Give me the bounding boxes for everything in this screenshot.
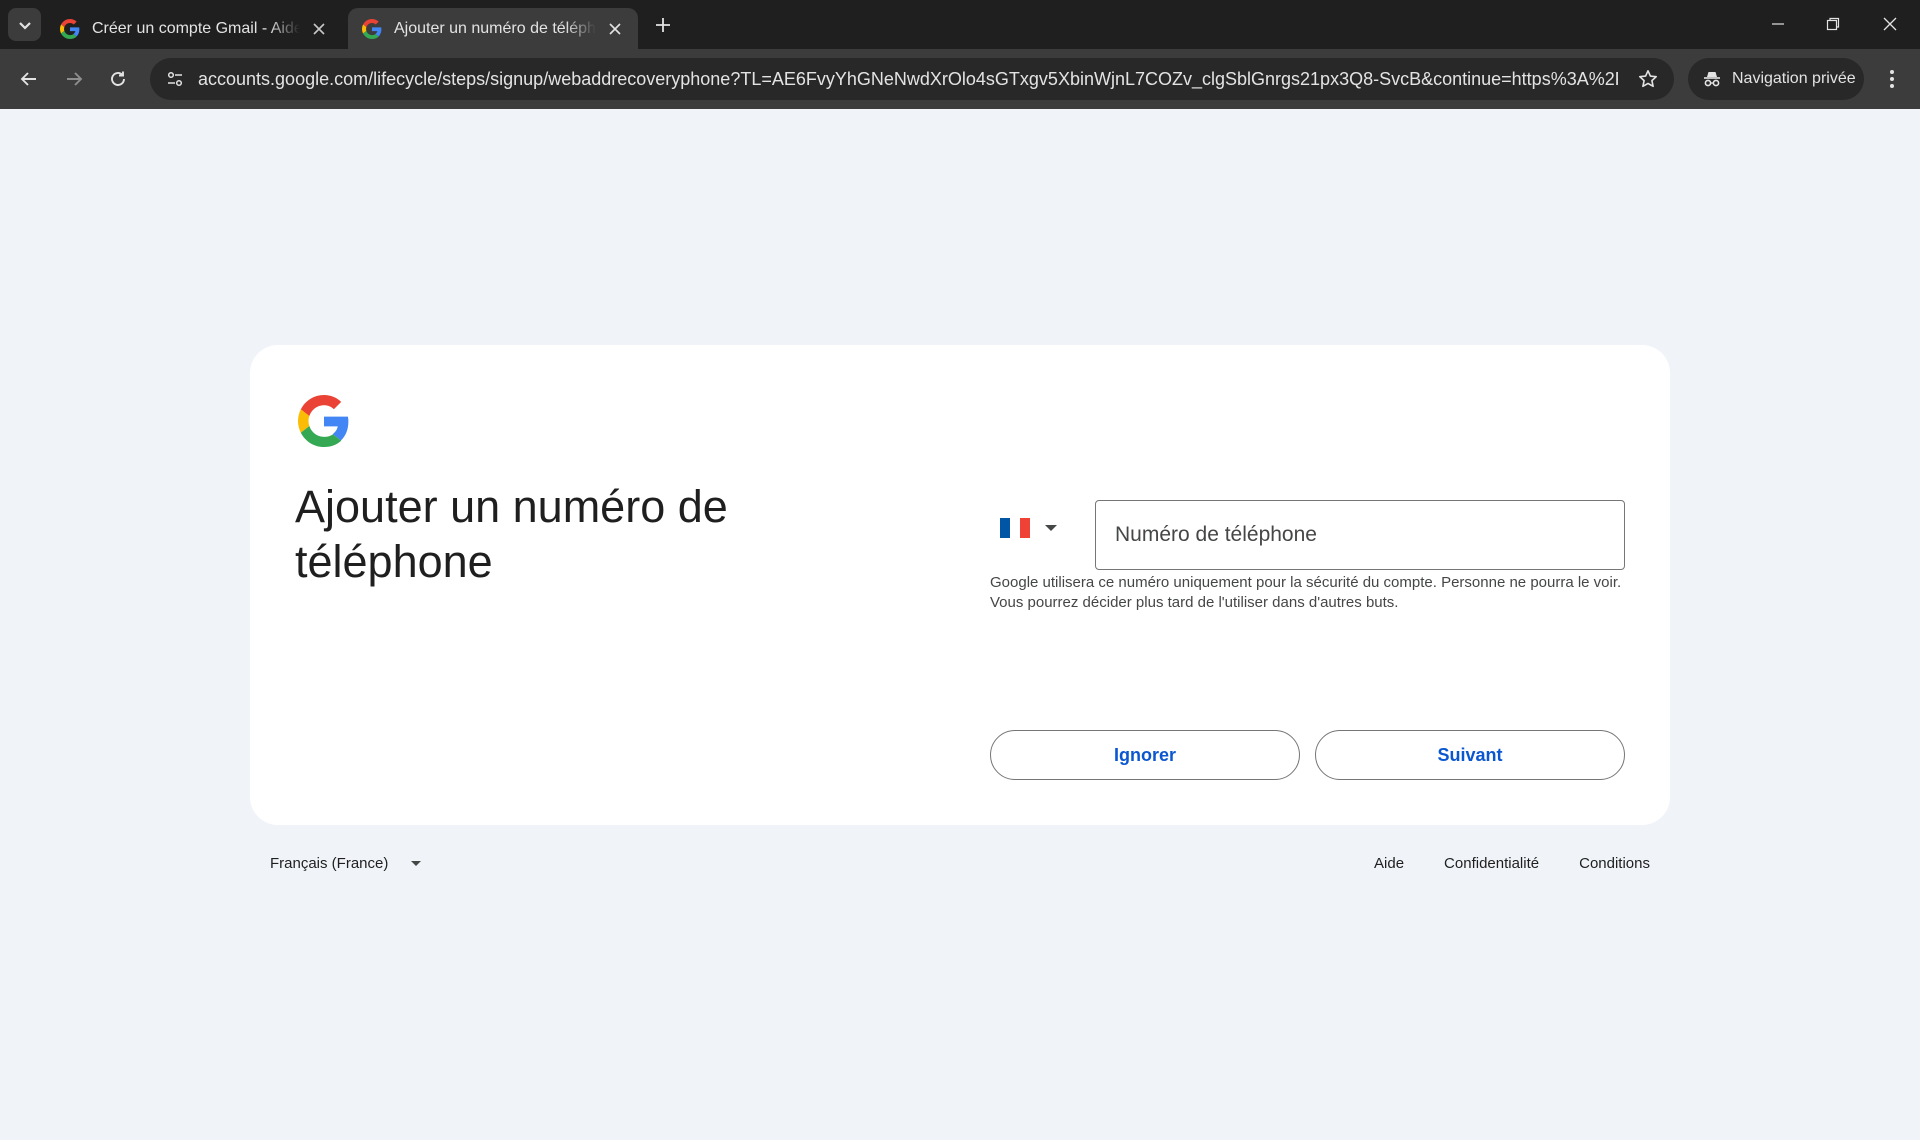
incognito-label: Navigation privée xyxy=(1732,70,1856,87)
google-logo-icon xyxy=(298,395,349,447)
new-tab-button[interactable] xyxy=(650,12,676,38)
flag-stripe-blue xyxy=(1000,518,1010,538)
tab-title: Créer un compte Gmail - Aide Gmail xyxy=(92,19,300,37)
close-icon xyxy=(313,22,325,35)
back-button[interactable] xyxy=(12,62,46,96)
tab-close-button[interactable] xyxy=(308,18,330,40)
browser-menu-button[interactable] xyxy=(1878,64,1906,94)
phone-usage-hint: Google utilisera ce numéro uniquement po… xyxy=(990,574,1622,611)
plus-icon xyxy=(656,18,670,32)
reload-icon xyxy=(111,71,125,86)
close-window-button[interactable] xyxy=(1870,6,1910,42)
tab-search-button[interactable] xyxy=(8,8,41,41)
site-info-button[interactable] xyxy=(160,64,190,94)
close-icon xyxy=(1883,17,1897,31)
bookmark-button[interactable] xyxy=(1636,67,1660,91)
minimize-button[interactable] xyxy=(1758,6,1798,42)
page-title: Ajouter un numéro de téléphone xyxy=(295,481,728,587)
google-favicon-icon xyxy=(60,18,80,39)
tab-bar: Créer un compte Gmail - Aide Gmail Ajout… xyxy=(0,0,1920,49)
forward-button[interactable] xyxy=(57,62,91,96)
incognito-indicator[interactable]: Navigation privée xyxy=(1688,58,1864,100)
tab-add-phone[interactable]: Ajouter un numéro de téléphone xyxy=(348,8,638,49)
tune-icon xyxy=(167,71,183,87)
language-label: Français (France) xyxy=(270,854,389,872)
phone-number-input[interactable] xyxy=(1096,501,1624,569)
minimize-icon xyxy=(1772,23,1784,25)
address-bar[interactable]: accounts.google.com/lifecycle/steps/sign… xyxy=(150,58,1674,100)
star-icon xyxy=(1639,70,1657,88)
help-link[interactable]: Aide xyxy=(1374,855,1404,872)
incognito-icon xyxy=(1704,72,1720,87)
next-button[interactable]: Suivant xyxy=(1315,730,1625,780)
arrow-right-icon xyxy=(67,72,83,86)
language-selector[interactable]: Français (France) xyxy=(270,852,422,874)
google-favicon-icon xyxy=(362,18,382,39)
country-code-selector[interactable] xyxy=(1000,505,1080,551)
dropdown-arrow-icon xyxy=(1045,525,1057,531)
browser-toolbar: accounts.google.com/lifecycle/steps/sign… xyxy=(0,49,1920,109)
more-vert-icon xyxy=(1890,70,1894,88)
tab-close-button[interactable] xyxy=(604,18,626,40)
restore-icon xyxy=(1826,17,1840,31)
close-icon xyxy=(609,22,621,35)
url-text[interactable]: accounts.google.com/lifecycle/steps/sign… xyxy=(198,69,1618,90)
footer-links: Aide Confidentialité Conditions xyxy=(1374,852,1650,874)
flag-stripe-white xyxy=(1010,518,1020,538)
chevron-down-icon xyxy=(18,21,31,30)
skip-button[interactable]: Ignorer xyxy=(990,730,1300,780)
arrow-left-icon xyxy=(20,72,36,86)
tab-gmail-help[interactable]: Créer un compte Gmail - Aide Gmail xyxy=(46,8,342,49)
france-flag-icon xyxy=(1000,518,1030,538)
phone-number-field[interactable] xyxy=(1095,500,1625,570)
tab-title: Ajouter un numéro de téléphone xyxy=(394,19,596,37)
signup-card: Ajouter un numéro de téléphone Google ut… xyxy=(250,345,1670,825)
terms-link[interactable]: Conditions xyxy=(1579,855,1650,872)
privacy-link[interactable]: Confidentialité xyxy=(1444,855,1539,872)
reload-button[interactable] xyxy=(101,62,135,96)
flag-stripe-red xyxy=(1020,518,1030,538)
dropdown-arrow-icon xyxy=(411,860,422,866)
restore-button[interactable] xyxy=(1813,6,1853,42)
